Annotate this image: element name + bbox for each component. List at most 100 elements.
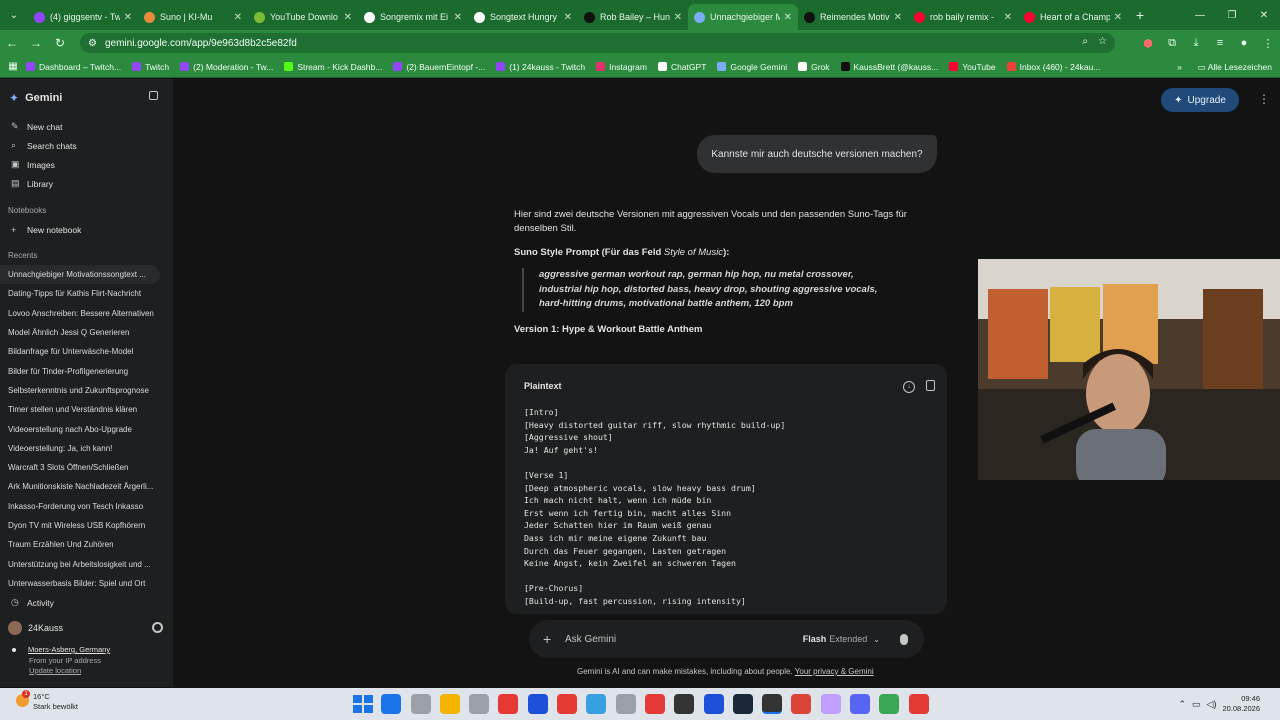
- recent-chat-item[interactable]: Timer stellen und Verständnis klären: [0, 400, 173, 419]
- taskbar-app-icon[interactable]: [791, 694, 812, 714]
- tab-close-icon[interactable]: ✕: [894, 12, 902, 23]
- profile-avatar-icon[interactable]: ●: [1232, 37, 1256, 49]
- taskbar-app-icon[interactable]: [527, 694, 548, 714]
- clock[interactable]: 09:46 20.08.2026: [1222, 694, 1260, 714]
- recent-chat-item[interactable]: Unterwasserbasis Bilder: Spiel und Ort: [0, 574, 173, 593]
- microphone-icon[interactable]: [900, 633, 908, 645]
- close-icon[interactable]: ✕: [1248, 10, 1280, 21]
- recent-chat-item[interactable]: Inkasso-Forderung von Tesch Inkasso: [0, 497, 173, 516]
- taskbar-app-icon[interactable]: [879, 694, 900, 714]
- recent-chat-item[interactable]: Unnachgiebiger Motivationssongtext ...: [0, 265, 160, 285]
- recent-chat-item[interactable]: Unterstützung bei Arbeitslosigkeit und .…: [0, 554, 173, 573]
- bookmark-item[interactable]: (1) 24kauss - Twitch: [496, 62, 585, 72]
- maximize-icon[interactable]: ❐: [1216, 10, 1248, 21]
- volume-icon[interactable]: ◁): [1207, 699, 1217, 710]
- prompt-input[interactable]: + Ask Gemini Flash Extended ⌄: [529, 620, 924, 658]
- taskbar-app-icon[interactable]: [410, 694, 431, 714]
- bookmark-item[interactable]: Twitch: [132, 62, 169, 72]
- forward-icon[interactable]: →: [24, 36, 48, 50]
- recent-chat-item[interactable]: Ark Munitionskiste Nachladezeit Ärgerli.…: [0, 477, 173, 496]
- bookmark-item[interactable]: Instagram: [596, 62, 647, 72]
- reload-icon[interactable]: ↻: [48, 36, 72, 50]
- taskbar-app-icon[interactable]: [586, 694, 607, 714]
- taskbar-app-icon[interactable]: [850, 694, 871, 714]
- taskbar-app-icon[interactable]: [732, 694, 753, 714]
- tab-close-icon[interactable]: ✕: [564, 12, 572, 23]
- media-icon[interactable]: ≡: [1208, 37, 1232, 49]
- bookmark-item[interactable]: Inbox (460) - 24kau...: [1006, 62, 1100, 72]
- taskbar-app-icon[interactable]: [644, 694, 665, 714]
- recent-chat-item[interactable]: Videoerstellung nach Abo-Upgrade: [0, 419, 173, 438]
- browser-tab[interactable]: Unnachgiebiger M ✕: [688, 4, 798, 30]
- more-bookmarks-icon[interactable]: »: [1177, 62, 1182, 72]
- recent-chat-item[interactable]: Bilder für Tinder-Profilgenerierung: [0, 361, 173, 380]
- tab-close-icon[interactable]: ✕: [784, 12, 792, 23]
- recent-chat-item[interactable]: Selbsterkenntnis und Zukunftsprognose: [0, 381, 173, 400]
- bookmark-item[interactable]: (2) BauernEintopf -...: [393, 62, 485, 72]
- bookmark-star-icon[interactable]: ☆: [1098, 36, 1107, 47]
- bookmark-item[interactable]: Grok: [798, 62, 830, 72]
- recent-chat-item[interactable]: Dating-Tipps für Kathis Flirt-Nachricht: [0, 284, 173, 303]
- taskbar-app-icon[interactable]: [381, 694, 402, 714]
- bookmark-item[interactable]: (2) Moderation - Tw...: [180, 62, 273, 72]
- new-notebook-button[interactable]: + New notebook: [0, 220, 173, 239]
- browser-tab[interactable]: Suno | KI-Mu ✕: [138, 4, 248, 30]
- downloads-icon[interactable]: ⤓: [1184, 37, 1208, 50]
- browser-tab[interactable]: YouTube Downlo ✕: [248, 4, 358, 30]
- taskbar-app-icon[interactable]: [469, 694, 490, 714]
- network-icon[interactable]: ▭: [1192, 699, 1201, 710]
- search-chats-button[interactable]: ⌕ Search chats: [0, 136, 173, 155]
- recent-chat-item[interactable]: Warcraft 3 Slots Öffnen/Schließen: [0, 458, 173, 477]
- tab-close-icon[interactable]: ✕: [124, 12, 132, 23]
- tab-close-icon[interactable]: ✕: [344, 12, 352, 23]
- tray-overflow-icon[interactable]: ⌃: [1178, 699, 1186, 710]
- browser-tab[interactable]: Rob Bailey – Hung ✕: [578, 4, 688, 30]
- recent-chat-item[interactable]: Videoerstellung: Ja, ich kann!: [0, 439, 173, 458]
- browser-tab[interactable]: Reimendes Motiv ✕: [798, 4, 908, 30]
- taskbar-app-icon[interactable]: [908, 694, 929, 714]
- tab-close-icon[interactable]: ✕: [674, 12, 682, 23]
- bookmark-item[interactable]: Dashboard – Twitch...: [26, 62, 121, 72]
- tab-close-icon[interactable]: ✕: [234, 12, 242, 23]
- zoom-icon[interactable]: ⌕: [1082, 36, 1088, 47]
- tab-close-icon[interactable]: ✕: [1004, 12, 1012, 23]
- menu-icon[interactable]: ⋮: [1256, 37, 1280, 50]
- user-row[interactable]: 24Kauss: [0, 617, 173, 639]
- download-icon[interactable]: ↓: [903, 381, 915, 393]
- recent-chat-item[interactable]: Model Ähnlich Jessi Q Generieren: [0, 323, 173, 342]
- tab-search-icon[interactable]: ⌄: [0, 10, 28, 21]
- recent-chat-item[interactable]: Bildanfrage für Unterwäsche-Model: [0, 342, 173, 361]
- url-field[interactable]: ⚙ gemini.google.com/app/9e963d8b2c5e82fd…: [80, 33, 1115, 53]
- apps-grid-icon[interactable]: ▦: [0, 61, 26, 72]
- privacy-link[interactable]: Your privacy & Gemini: [795, 667, 874, 676]
- tab-close-icon[interactable]: ✕: [1114, 12, 1122, 23]
- extensions-icon[interactable]: ⧉: [1160, 37, 1184, 50]
- collapse-sidebar-icon[interactable]: [149, 91, 158, 100]
- back-icon[interactable]: ←: [0, 36, 24, 50]
- taskbar-app-icon[interactable]: [439, 694, 460, 714]
- images-button[interactable]: ▣ Images: [0, 155, 173, 174]
- upgrade-button[interactable]: ✦ Upgrade: [1161, 88, 1239, 112]
- location-city[interactable]: Moers-Asberg, Germany: [28, 645, 110, 654]
- library-button[interactable]: ▤ Library: [0, 174, 173, 193]
- browser-tab[interactable]: (4) giggsentv - Tw ✕: [28, 4, 138, 30]
- start-icon[interactable]: [352, 694, 373, 714]
- browser-tab[interactable]: rob baily remix - ✕: [908, 4, 1018, 30]
- minimize-icon[interactable]: —: [1184, 10, 1216, 21]
- tab-close-icon[interactable]: ✕: [454, 12, 462, 23]
- taskbar-app-icon[interactable]: [674, 694, 695, 714]
- taskbar-app-icon[interactable]: [820, 694, 841, 714]
- browser-tab[interactable]: Heart of a Champ ✕: [1018, 4, 1128, 30]
- new-chat-button[interactable]: ✎ New chat: [0, 117, 173, 136]
- model-selector-sub[interactable]: Extended: [829, 634, 867, 644]
- adblock-icon[interactable]: ⬢: [1136, 37, 1160, 50]
- taskbar-app-icon[interactable]: [498, 694, 519, 714]
- update-location-link[interactable]: Update location: [12, 666, 173, 677]
- all-bookmarks-folder[interactable]: ▭ Alle Lesezeichen: [1198, 62, 1272, 73]
- model-selector-label[interactable]: Flash: [803, 634, 827, 644]
- chevron-down-icon[interactable]: ⌄: [873, 635, 880, 644]
- taskbar-app-icon[interactable]: [762, 694, 783, 714]
- recent-chat-item[interactable]: Lovoo Anschreiben: Bessere Alternativen: [0, 304, 173, 323]
- add-attachment-icon[interactable]: +: [543, 631, 559, 647]
- recent-chat-item[interactable]: Traum Erzählen Und Zuhören: [0, 535, 173, 554]
